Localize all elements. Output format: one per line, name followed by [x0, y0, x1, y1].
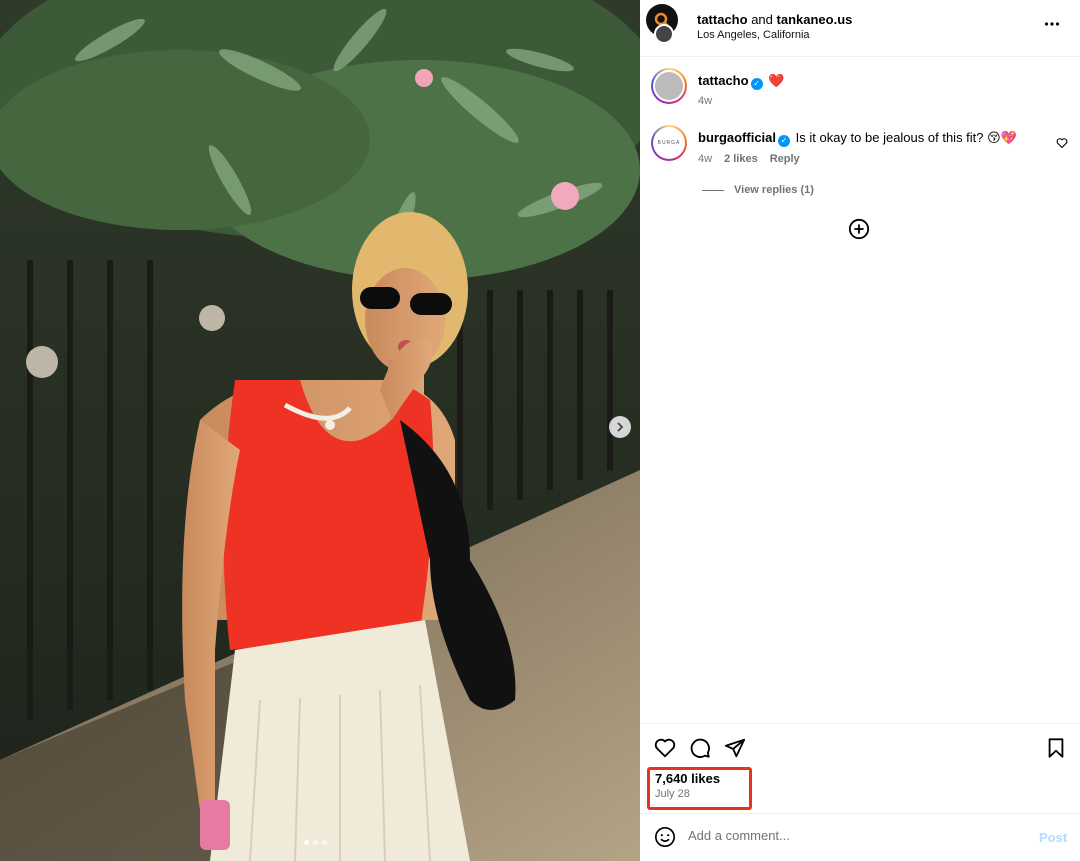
smiley-icon [655, 827, 675, 847]
carousel-dot [322, 840, 327, 845]
like-comment-button[interactable] [1056, 136, 1068, 154]
comment-button[interactable] [689, 737, 711, 764]
comment-icon [690, 738, 710, 758]
load-more-comments-button[interactable] [848, 218, 870, 245]
post-header: tattacho and tankaneo.us Los Angeles, Ca… [640, 0, 1080, 57]
comment-meta: 4w 2 likes Reply [698, 153, 800, 165]
comment-likes[interactable]: 2 likes [724, 153, 758, 165]
comment-time[interactable]: 4w [698, 153, 712, 165]
like-button[interactable] [654, 737, 676, 764]
comment-body: Is it okay to be jealous of this fit? 😚💖 [795, 130, 1017, 145]
coauthor-link[interactable]: tankaneo.us [777, 12, 853, 27]
share-button[interactable] [724, 737, 746, 764]
photo-illustration [0, 0, 640, 861]
likes-count[interactable]: 7,640 likes [655, 771, 720, 786]
post-authors: tattacho and tankaneo.us [697, 12, 852, 27]
post-side-panel: tattacho and tankaneo.us Los Angeles, Ca… [640, 0, 1080, 861]
verified-badge-icon: ✓ [750, 78, 763, 90]
carousel-dot [304, 840, 309, 845]
save-button[interactable] [1045, 737, 1067, 764]
post-location[interactable]: Los Angeles, California [697, 29, 810, 41]
more-options-button[interactable] [1044, 16, 1060, 37]
post-photo[interactable] [0, 0, 640, 861]
carousel-dots [304, 840, 327, 845]
comment-username[interactable]: tattacho [698, 73, 749, 88]
bookmark-icon [1048, 738, 1064, 758]
commenter-avatar[interactable]: BURGA [651, 125, 687, 161]
send-icon [724, 738, 746, 758]
author-link[interactable]: tattacho [697, 12, 748, 27]
view-replies-button[interactable]: View replies (1) [702, 184, 814, 196]
post-date[interactable]: July 28 [655, 788, 690, 800]
comment-time[interactable]: 4w [698, 95, 712, 107]
next-image-button[interactable] [609, 416, 631, 438]
chevron-right-icon [617, 422, 624, 432]
carousel-dot [313, 840, 318, 845]
authors-joiner: and [751, 12, 773, 27]
comment-meta: 4w [698, 95, 712, 107]
emoji-button[interactable] [654, 826, 676, 853]
post-comment-button[interactable]: Post [1039, 830, 1067, 845]
comment-input[interactable] [688, 828, 1028, 843]
comment-body: ❤️ [768, 73, 785, 88]
reply-button[interactable]: Reply [770, 153, 800, 165]
comment-composer: Post [640, 813, 1080, 861]
verified-badge-icon: ✓ [778, 135, 791, 147]
comment-text: burgaofficial ✓ Is it okay to be jealous … [698, 130, 1017, 147]
caption-avatar[interactable] [651, 68, 687, 104]
view-replies-label: View replies (1) [734, 184, 814, 196]
comment-username[interactable]: burgaofficial [698, 130, 776, 145]
more-horizontal-icon [1044, 22, 1060, 26]
heart-outline-icon [1056, 138, 1068, 149]
caption-text: tattacho ✓ ❤️ [698, 73, 784, 90]
coauthor-avatar[interactable] [654, 24, 674, 44]
replies-divider [702, 189, 724, 191]
plus-circle-icon [848, 218, 870, 240]
brand-avatar-text: BURGA [655, 129, 683, 157]
heart-icon [654, 738, 676, 758]
